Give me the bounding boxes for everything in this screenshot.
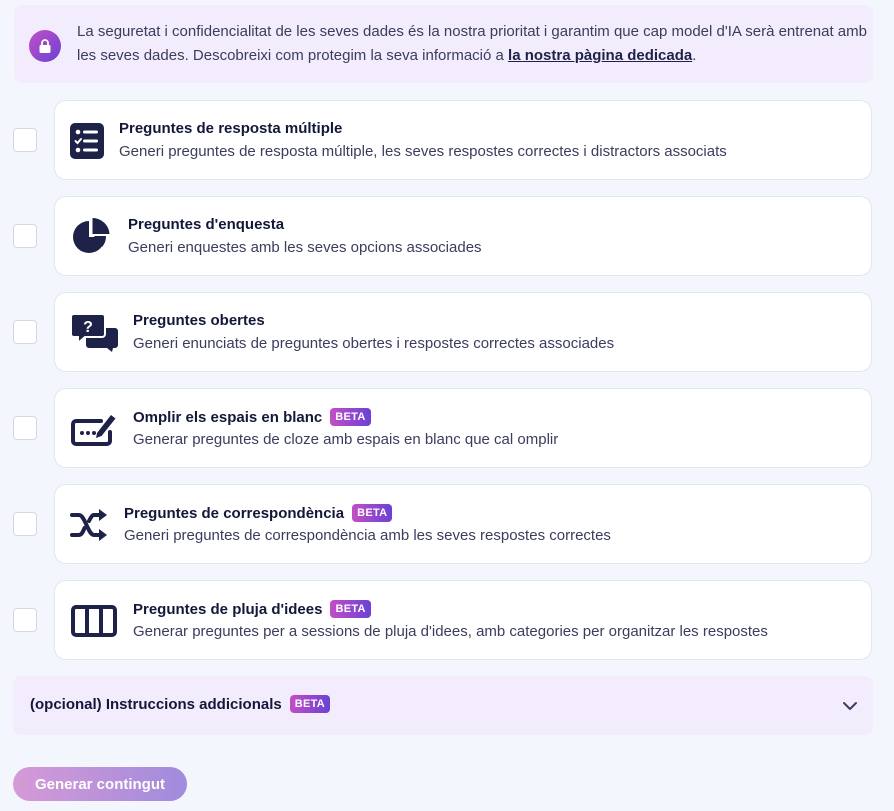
option-title: Preguntes d'enquesta xyxy=(128,216,284,233)
option-card-brainstorm[interactable]: Preguntes de pluja d'idees BETA Generar p… xyxy=(54,580,872,660)
option-title: Preguntes de resposta múltiple xyxy=(119,120,342,137)
lock-icon xyxy=(29,30,61,62)
privacy-notice-suffix: . xyxy=(692,47,697,64)
option-title-text: Omplir els espais en blanc xyxy=(133,408,323,426)
checkbox-survey[interactable] xyxy=(13,224,37,248)
generate-content-button[interactable]: Generar contingut xyxy=(13,767,187,801)
option-row-multiple-choice: Preguntes de resposta múltiple Generi pr… xyxy=(0,100,894,180)
columns-icon xyxy=(69,601,119,641)
option-card-open-questions[interactable]: ? Preguntes obertes Generi enunciats de … xyxy=(54,292,872,372)
option-card-survey[interactable]: Preguntes d'enquesta Generi enquestes am… xyxy=(54,196,872,276)
beta-badge: BETA xyxy=(330,600,371,618)
beta-badge: BETA xyxy=(352,504,393,522)
question-chat-icon: ? xyxy=(69,313,121,353)
shuffle-icon xyxy=(69,505,109,545)
checklist-icon xyxy=(67,121,107,161)
additional-instructions-text: (opcional) Instruccions addicionals xyxy=(30,695,282,713)
option-description: Generi preguntes de correspondència amb … xyxy=(124,527,611,544)
checkbox-open-questions[interactable] xyxy=(13,320,37,344)
checkbox-multiple-choice[interactable] xyxy=(13,128,37,152)
option-row-survey: Preguntes d'enquesta Generi enquestes am… xyxy=(0,196,894,276)
option-card-fill-blank[interactable]: Omplir els espais en blanc BETA Generar p… xyxy=(54,388,872,468)
checkbox-matching[interactable] xyxy=(13,512,37,536)
option-row-fill-blank: Omplir els espais en blanc BETA Generar p… xyxy=(0,388,894,468)
option-description: Generi enquestes amb les seves opcions a… xyxy=(128,239,482,256)
additional-instructions-label: (opcional) Instruccions addicionals BETA xyxy=(30,695,331,713)
option-title-text: Preguntes de pluja d'idees xyxy=(133,600,323,618)
option-description: Generi preguntes de resposta múltiple, l… xyxy=(119,143,727,160)
option-card-matching[interactable]: Preguntes de correspondència BETA Generi … xyxy=(54,484,872,564)
privacy-notice-text: La seguretat i confidencialitat de les s… xyxy=(77,20,867,68)
option-description: Generi enunciats de preguntes obertes i … xyxy=(133,335,615,352)
option-title-text: Preguntes de resposta múltiple xyxy=(119,120,343,137)
option-title: Omplir els espais en blanc BETA xyxy=(133,408,371,426)
checkbox-fill-blank[interactable] xyxy=(13,416,37,440)
beta-badge: BETA xyxy=(289,695,331,713)
option-card-multiple-choice[interactable]: Preguntes de resposta múltiple Generi pr… xyxy=(54,100,872,180)
privacy-notice-body: La seguretat i confidencialitat de les s… xyxy=(77,23,867,64)
svg-text:?: ? xyxy=(83,319,93,336)
option-title: Preguntes de correspondència BETA xyxy=(124,504,393,522)
option-row-open-questions: ? Preguntes obertes Generi enunciats de … xyxy=(0,292,894,372)
beta-badge: BETA xyxy=(330,408,371,426)
option-title-text: Preguntes d'enquesta xyxy=(128,216,285,233)
option-description: Generar preguntes de cloze amb espais en… xyxy=(133,431,559,448)
option-row-brainstorm: Preguntes de pluja d'idees BETA Generar p… xyxy=(0,580,894,660)
chevron-down-icon[interactable] xyxy=(841,697,859,715)
option-description: Generar preguntes per a sessions de pluj… xyxy=(133,623,768,640)
privacy-notice: La seguretat i confidencialitat de les s… xyxy=(14,5,873,83)
option-title-text: Preguntes obertes xyxy=(133,312,265,329)
pie-chart-icon xyxy=(71,217,111,257)
option-row-matching: Preguntes de correspondència BETA Generi … xyxy=(0,484,894,564)
option-title: Preguntes de pluja d'idees BETA xyxy=(133,600,371,618)
option-title-text: Preguntes de correspondència xyxy=(124,504,345,522)
privacy-page-link[interactable]: la nostra pàgina dedicada xyxy=(508,47,692,64)
additional-instructions-accordion[interactable]: (opcional) Instruccions addicionals BETA xyxy=(13,676,873,735)
fill-blank-pencil-icon xyxy=(69,409,119,449)
checkbox-brainstorm[interactable] xyxy=(13,608,37,632)
option-title: Preguntes obertes xyxy=(133,312,265,329)
